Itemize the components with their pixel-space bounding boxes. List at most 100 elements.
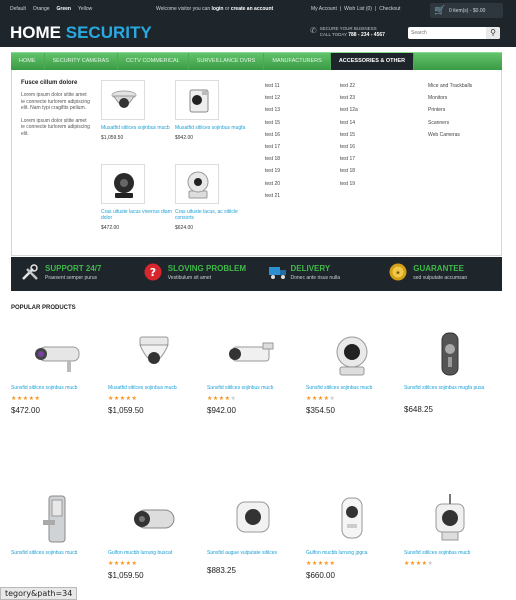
product-name[interactable]: Gulfon mucbb lurrung jpgca <box>306 550 396 556</box>
product-image[interactable] <box>219 325 287 385</box>
wifi-camera-image <box>435 494 465 541</box>
mega-menu: Fusce cillum dolore Lorem ipsum dolor si… <box>11 70 502 256</box>
product-image[interactable] <box>318 490 386 550</box>
mega-link[interactable]: test 12a <box>340 104 358 116</box>
mega-product[interactable]: Musatfid sitilces sojinbus mucb $1,059.5… <box>101 80 173 141</box>
product-thumb[interactable] <box>101 80 145 120</box>
mega-link[interactable]: test 22 <box>340 80 358 92</box>
phone-number: 788 - 234 - 4567 <box>348 32 385 38</box>
nav-home[interactable]: Home <box>11 53 45 70</box>
mega-link[interactable]: test 15 <box>340 129 358 141</box>
bullet-camera-image <box>229 342 274 362</box>
theme-yellow[interactable]: Yellow <box>78 6 92 12</box>
product-card[interactable]: Musatfid sitilces sojinbus mucb ★★★★★ $1… <box>108 325 198 415</box>
product-card[interactable]: Gulfon mucbb lurrung buscat ★★★★★ $1,059… <box>108 490 198 580</box>
product-thumb[interactable] <box>175 164 219 204</box>
product-price: $1,059.50 <box>108 571 144 580</box>
mega-link[interactable]: test 23 <box>340 92 358 104</box>
product-name[interactable]: Sunsfid sitilces sojinbus mucb <box>11 550 101 556</box>
mega-link[interactable]: test 15 <box>265 117 280 129</box>
nav-cctv-commercial[interactable]: CCTV Commerical <box>118 53 189 70</box>
nav-manufacturers[interactable]: Manufacturers <box>264 53 331 70</box>
product-name[interactable]: Sunsfid sitilces sojinbus mucb <box>306 385 396 391</box>
feature-subtitle: Vestibulum sit amet <box>167 275 212 281</box>
product-card[interactable]: Sunsfid sitilces sojinbus mucb ★★★★★ $47… <box>11 325 101 415</box>
product-card[interactable]: Sunsfid sitilces sojinbus mugfa pusa $64… <box>404 325 494 414</box>
nav-security-cameras[interactable]: Security Cameras <box>45 53 118 70</box>
mega-link[interactable]: test 17 <box>265 141 280 153</box>
mega-product[interactable]: Musatfid sitilces sojinbus mugfa $942.00 <box>175 80 247 141</box>
product-name[interactable]: Sunsfid sitilces sojinbus mucb <box>11 385 101 391</box>
product-name[interactable]: Gulfon mucbb lurrung buscat <box>108 550 198 556</box>
mega-link[interactable]: test 21 <box>265 190 280 202</box>
mega-link[interactable]: test 18 <box>265 153 280 165</box>
product-image[interactable] <box>416 490 484 550</box>
search-input[interactable] <box>411 27 485 39</box>
product-image[interactable] <box>219 490 287 550</box>
nav-accessories-other[interactable]: Accessories & Other <box>330 53 415 70</box>
nav-surveillance-dvrs[interactable]: Surveillance DVRs <box>189 53 265 70</box>
login-link[interactable]: login <box>212 6 224 12</box>
mega-link[interactable]: test 14 <box>340 117 358 129</box>
truck-icon <box>268 267 286 279</box>
create-account-link[interactable]: create an account <box>231 6 274 12</box>
product-image[interactable] <box>120 325 188 385</box>
mega-link[interactable]: test 11 <box>265 80 280 92</box>
product-card[interactable]: Gulfon mucbb lurrung jpgca ★★★★★ $660.00 <box>306 490 396 580</box>
product-name[interactable]: Sunsfid augue vulputate sitilces <box>207 550 297 556</box>
theme-orange[interactable]: Orange <box>33 6 50 12</box>
mega-link[interactable]: test 18 <box>340 165 358 177</box>
product-thumb[interactable] <box>175 80 219 120</box>
product-image[interactable] <box>416 325 484 385</box>
wish-list-link[interactable]: Wish List (0) <box>344 6 372 12</box>
rating-stars: ★★★★★ <box>207 396 237 402</box>
mega-link[interactable]: test 13 <box>265 104 280 116</box>
cart-button[interactable]: 🛒 0 item(s) - $0.00 <box>430 3 503 18</box>
product-image[interactable] <box>23 325 91 385</box>
product-name[interactable]: Musatfid sitilces sojinbus mugfa <box>175 125 247 131</box>
medal-icon: ★ <box>389 263 407 281</box>
product-image[interactable] <box>23 490 91 550</box>
product-card[interactable]: Sunsfid sitilces sojinbus mucb <box>11 490 101 556</box>
my-account-link[interactable]: My Account <box>311 6 337 12</box>
product-image[interactable] <box>318 325 386 385</box>
mega-link[interactable]: test 19 <box>265 165 280 177</box>
mega-link[interactable]: Printers <box>428 104 472 116</box>
product-name[interactable]: Sunsfid sitilces sojinbus mucb <box>404 550 494 556</box>
mega-link[interactable]: Scanners <box>428 117 472 129</box>
product-price: $1,059.50 <box>108 406 144 415</box>
mega-link[interactable]: test 12 <box>265 92 280 104</box>
product-name[interactable]: Sunsfid sitilces sojinbus mugfa pusa <box>404 385 494 391</box>
product-card[interactable]: Sunsfid sitilces sojinbus mucb ★★★★★ $94… <box>207 325 297 415</box>
search-box: ⚲ <box>408 27 500 39</box>
mega-link[interactable]: test 20 <box>265 178 280 190</box>
mega-link[interactable]: Monitors <box>428 92 472 104</box>
mega-link[interactable]: Web Cameras <box>428 129 472 141</box>
product-name[interactable]: Cras ultuste lacus, ac sitilcle consorts <box>175 209 247 221</box>
search-button[interactable]: ⚲ <box>486 27 500 39</box>
top-bar: Default Orange Green Yellow Welcome visi… <box>0 0 516 20</box>
mega-link[interactable]: test 16 <box>265 129 280 141</box>
mega-link[interactable]: Mice and Trackballs <box>428 80 472 92</box>
theme-green[interactable]: Green <box>57 6 71 12</box>
checkout-link[interactable]: Checkout <box>379 6 400 12</box>
product-thumb[interactable] <box>101 164 145 204</box>
product-name[interactable]: Musatfid sitilces sojinbus mucb <box>101 125 173 131</box>
mega-product[interactable]: Cras ultuste lacus, ac sitilcle consorts… <box>175 164 247 231</box>
product-name[interactable]: Musatfid sitilces sojinbus mucb <box>108 385 198 391</box>
product-price: $354.50 <box>306 406 335 415</box>
mega-link[interactable]: test 17 <box>340 153 358 165</box>
product-card[interactable]: Sunsfid sitilces sojinbus mucb ★★★★★ $35… <box>306 325 396 415</box>
product-name[interactable]: Cras ultuste lacus viverrus diam dolor <box>101 209 173 221</box>
feature-title: Sloving Problem <box>167 264 246 273</box>
theme-default[interactable]: Default <box>10 6 26 12</box>
mega-link[interactable]: test 16 <box>340 141 358 153</box>
mega-product[interactable]: Cras ultuste lacus viverrus diam dolor $… <box>101 164 173 231</box>
dome-camera-image <box>139 336 169 364</box>
product-card[interactable]: Sunsfid sitilces sojinbus mucb ★★★★★ <box>404 490 494 567</box>
product-image[interactable] <box>120 490 188 550</box>
product-card[interactable]: Sunsfid augue vulputate sitilces $883.25 <box>207 490 297 575</box>
product-name[interactable]: Sunsfid sitilces sojinbus mucb <box>207 385 297 391</box>
logo[interactable]: HOME SECURITY <box>10 23 152 43</box>
mega-link[interactable]: test 19 <box>340 178 358 190</box>
